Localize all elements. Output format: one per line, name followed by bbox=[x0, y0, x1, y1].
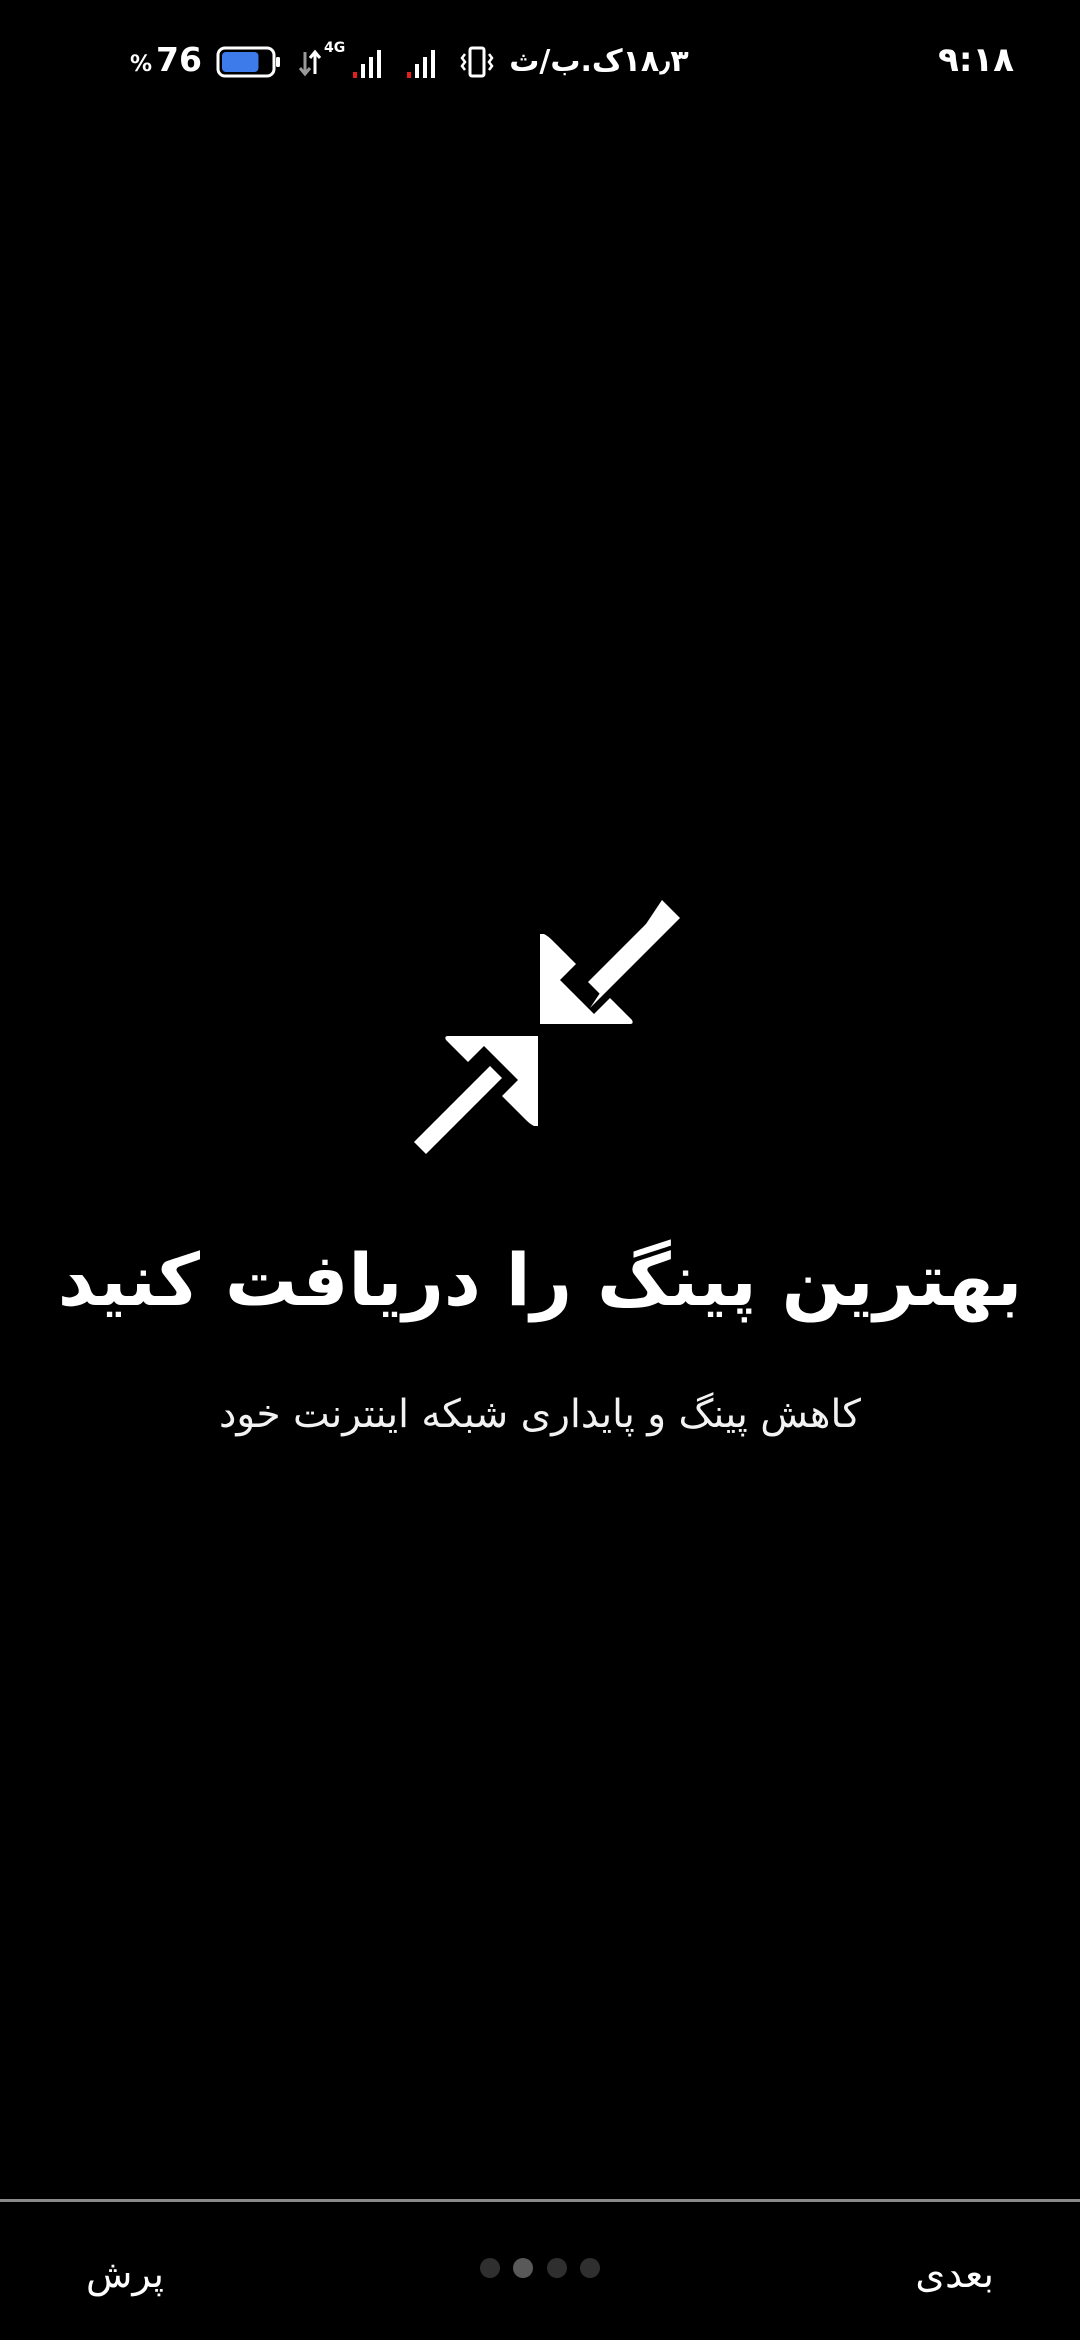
onboarding-subtitle: کاهش پینگ و پایداری شبکه اینترنت خود bbox=[219, 1392, 861, 1437]
vibrate-icon bbox=[460, 46, 494, 78]
network-type-label: 4G bbox=[323, 40, 346, 56]
signal-icon bbox=[353, 50, 382, 78]
skip-button[interactable]: پرش bbox=[86, 2244, 164, 2304]
page-dot bbox=[579, 2258, 600, 2278]
status-time: ۹:۱۸ bbox=[938, 40, 1014, 80]
data-arrows-icon bbox=[298, 49, 322, 77]
next-button[interactable]: بعدی bbox=[915, 2244, 994, 2304]
page-dot bbox=[546, 2258, 567, 2278]
arrow-lower-left bbox=[414, 1036, 538, 1154]
battery-percent-value: 76 bbox=[156, 39, 202, 79]
page-indicator bbox=[480, 2256, 600, 2280]
battery-percent-sign: % bbox=[130, 51, 153, 77]
signal-icon bbox=[407, 50, 436, 78]
onboarding-title: بهترین پینگ را دریافت کنید bbox=[57, 1238, 1023, 1322]
bottom-divider bbox=[0, 2199, 1080, 2202]
battery-icon bbox=[216, 46, 280, 78]
page-dot bbox=[513, 2258, 534, 2278]
arrow-upper-right bbox=[540, 900, 680, 1024]
compress-arrows-icon bbox=[414, 900, 680, 1154]
page-dot bbox=[480, 2258, 500, 2278]
status-indicators: % 76 4G ۱۸٫۳ک.ب/ث bbox=[130, 38, 689, 86]
network-speed: ۱۸٫۳ک.ب/ث bbox=[509, 44, 689, 79]
battery-fill bbox=[221, 52, 259, 72]
battery-percent: % 76 bbox=[130, 38, 202, 87]
status-bar: % 76 4G ۱۸٫۳ک.ب/ث ۹:۱۸ bbox=[0, 0, 1080, 120]
